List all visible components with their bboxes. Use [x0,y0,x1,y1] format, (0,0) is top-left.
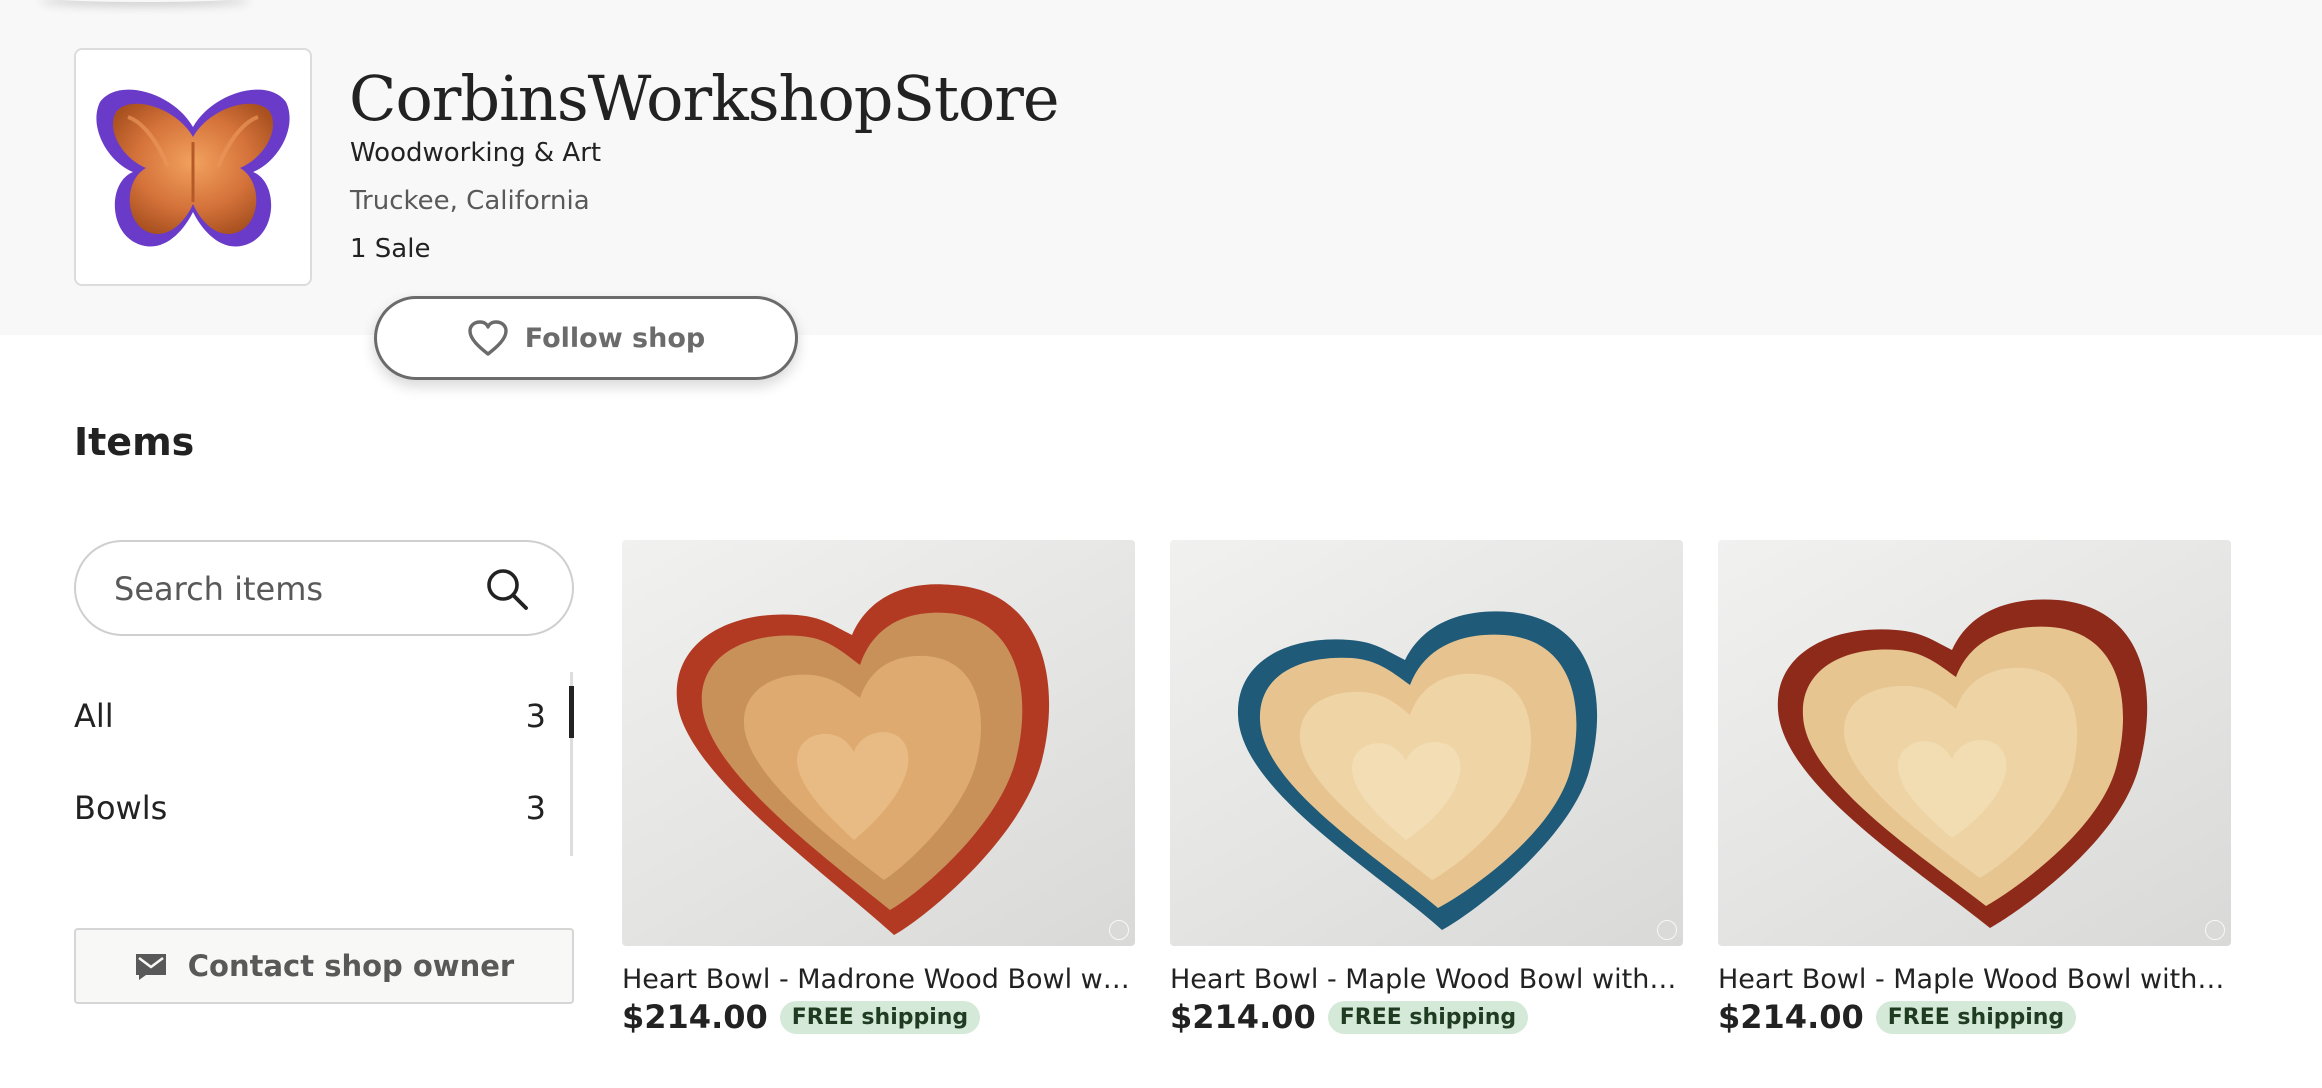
category-all-label: All [74,697,114,735]
category-bowls-label: Bowls [74,789,168,827]
listing-image[interactable] [1718,540,2231,946]
heart-bowl-image [1237,611,1598,930]
watermark-icon [1657,920,1677,940]
listing-card[interactable]: Heart Bowl - Maple Wood Bowl with Bor...… [1170,540,1683,1040]
category-all[interactable]: All 3 [74,686,546,746]
listing-card[interactable]: Heart Bowl - Maple Wood Bowl with Dar...… [1718,540,2231,1040]
listing-price: $214.00 [1718,998,1864,1036]
shop-sales-count[interactable]: 1 Sale [350,234,430,264]
listing-title[interactable]: Heart Bowl - Maple Wood Bowl with Dar... [1718,964,2231,995]
listing-price: $214.00 [1170,998,1316,1036]
search-items-box [74,540,574,636]
heart-bowl-image [1777,599,2148,928]
listing-price-row: $214.00 FREE shipping [1170,998,1529,1036]
shop-logo[interactable] [74,48,312,286]
listing-card[interactable]: Heart Bowl - Madrone Wood Bowl with ... … [622,540,1135,1040]
shop-name: CorbinsWorkshopStore [349,62,1060,135]
free-shipping-badge: FREE shipping [779,1000,981,1034]
category-bowls[interactable]: Bowls 3 [74,778,546,838]
shop-location: Truckee, California [350,186,590,216]
watermark-icon [1109,920,1129,940]
items-section-title: Items [74,420,195,464]
search-button[interactable] [480,562,534,616]
listing-title[interactable]: Heart Bowl - Maple Wood Bowl with Bor... [1170,964,1683,995]
contact-shop-owner-label: Contact shop owner [187,949,515,983]
butterfly-bowl-image [96,89,290,247]
envelope-icon [135,954,166,980]
heart-outline-icon [468,320,508,356]
search-items-input[interactable] [112,560,456,618]
listing-price: $214.00 [622,998,768,1036]
category-all-count: 3 [525,697,546,735]
category-active-indicator [569,686,574,738]
watermark-icon [2205,920,2225,940]
heart-bowl-image [676,584,1050,935]
free-shipping-badge: FREE shipping [1327,1000,1529,1034]
contact-shop-owner-button[interactable]: Contact shop owner [74,928,574,1004]
free-shipping-badge: FREE shipping [1875,1000,2077,1034]
follow-shop-button[interactable]: Follow shop [374,296,798,380]
listing-image[interactable] [1170,540,1683,946]
category-bowls-count: 3 [525,789,546,827]
listing-title[interactable]: Heart Bowl - Madrone Wood Bowl with ... [622,964,1135,995]
follow-shop-label: Follow shop [524,322,706,354]
shop-tagline: Woodworking & Art [350,138,602,168]
shop-header [0,0,2322,335]
search-icon [487,569,528,610]
listing-price-row: $214.00 FREE shipping [1718,998,2077,1036]
listing-price-row: $214.00 FREE shipping [622,998,981,1036]
listing-image[interactable] [622,540,1135,946]
